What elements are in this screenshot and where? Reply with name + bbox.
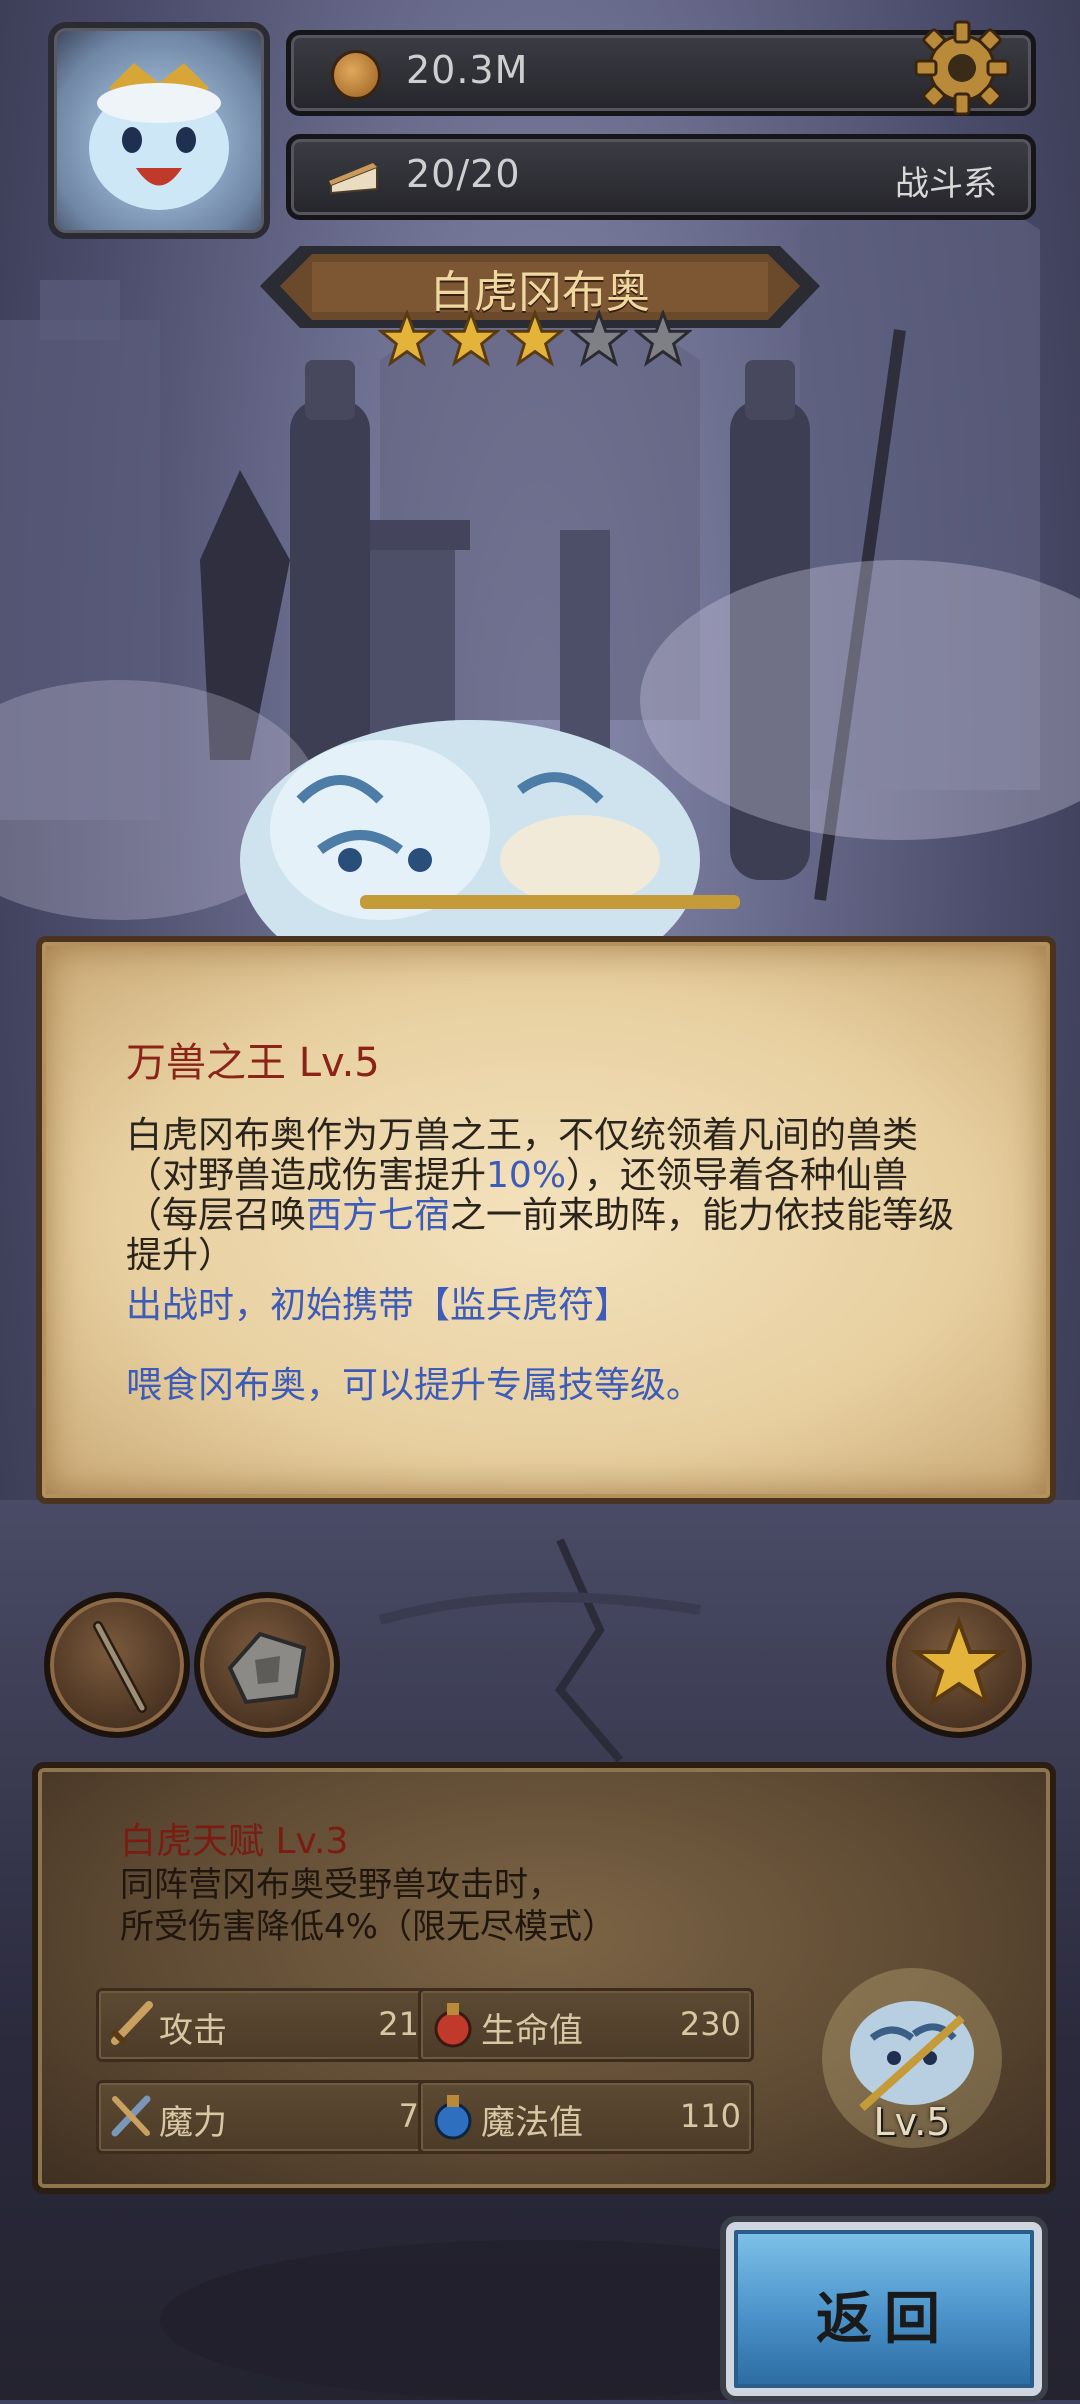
feed-hint-text: 喂食冈布奥，可以提升专属技等级。 (126, 1365, 703, 1406)
sword-icon (93, 1621, 147, 1713)
avatar-portrait (89, 63, 229, 210)
pet-level: Lv.5 (873, 2100, 951, 2144)
stat-hp: 生命值 230 (418, 1988, 754, 2062)
star-rating (378, 310, 692, 368)
talent-line-1: 同阵营冈布奥受野兽攻击时， (120, 1865, 562, 1905)
skill-title: 万兽之王 Lv.5 (126, 1040, 380, 1086)
coin-value: 20.3M (406, 48, 529, 92)
red-potion-icon (434, 2003, 472, 2048)
talent-title: 白虎天赋 Lv.3 (120, 1821, 349, 1862)
starting-item-text: 出战时，初始携带【监兵虎符】 (126, 1285, 631, 1326)
star-filled-icon (506, 310, 564, 367)
stamina-value: 20/20 (406, 152, 521, 196)
pet-badge[interactable]: Lv.5 (812, 1958, 1012, 2158)
stat-mp-label: 魔法值 (481, 2103, 583, 2143)
skill-description: 白虎冈布奥作为万兽之王，不仅统领着凡间的兽类（对野兽造成伤害提升10%），还领导… (126, 1116, 976, 1276)
stat-attack-label: 攻击 (159, 2011, 227, 2051)
skill-description-panel: 万兽之王 Lv.5 白虎冈布奥作为万兽之王，不仅统领着凡间的兽类（对野兽造成伤害… (36, 936, 1056, 1504)
stat-hp-value: 230 (679, 2005, 741, 2043)
stat-mp: 魔法值 110 (418, 2080, 754, 2154)
class-tag: 战斗系 (895, 164, 997, 204)
desc-highlight-constellation: 西方七宿 (306, 1195, 451, 1236)
talent-line-2: 所受伤害降低4%（限无尽模式） (120, 1907, 616, 1947)
talent-description: 同阵营冈布奥受野兽攻击时， 所受伤害降低4%（限无尽模式） (120, 1864, 616, 1948)
stamina-counter: 20/20 战斗系 (286, 134, 1036, 220)
coin-icon (331, 50, 381, 100)
blue-potion-icon (434, 2095, 472, 2140)
gear-icon (914, 20, 1010, 116)
return-button-label: 返回 (816, 2287, 952, 2352)
star-filled-icon (378, 310, 436, 367)
star-filled-icon (442, 310, 500, 367)
stat-magic-label: 魔力 (159, 2103, 227, 2143)
stat-attack-value: 21 (378, 2005, 419, 2043)
sword-icon (110, 2001, 153, 2046)
hero-avatar[interactable] (48, 22, 270, 239)
star-empty-icon (634, 310, 692, 367)
star-empty-icon (570, 310, 628, 367)
staff-icon (111, 2095, 151, 2137)
favorite-button[interactable] (886, 1592, 1032, 1738)
desc-highlight-percent: 10% (486, 1155, 567, 1196)
stat-attack: 攻击 21 (96, 1988, 432, 2062)
stone-tablet-icon (227, 1631, 307, 1705)
stat-hp-label: 生命值 (481, 2011, 583, 2051)
stat-magic: 魔力 7 (96, 2080, 432, 2154)
weapon-button[interactable] (44, 1592, 190, 1738)
star-icon (909, 1616, 1009, 1707)
settings-button[interactable] (912, 18, 1012, 118)
stat-mp-value: 110 (679, 2097, 741, 2135)
stat-magic-value: 7 (398, 2097, 419, 2135)
cake-icon (329, 163, 378, 195)
talent-panel: 白虎天赋 Lv.3 同阵营冈布奥受野兽攻击时， 所受伤害降低4%（限无尽模式） … (32, 1762, 1056, 2194)
relic-button[interactable] (194, 1592, 340, 1738)
return-button[interactable]: 返回 (726, 2222, 1042, 2396)
